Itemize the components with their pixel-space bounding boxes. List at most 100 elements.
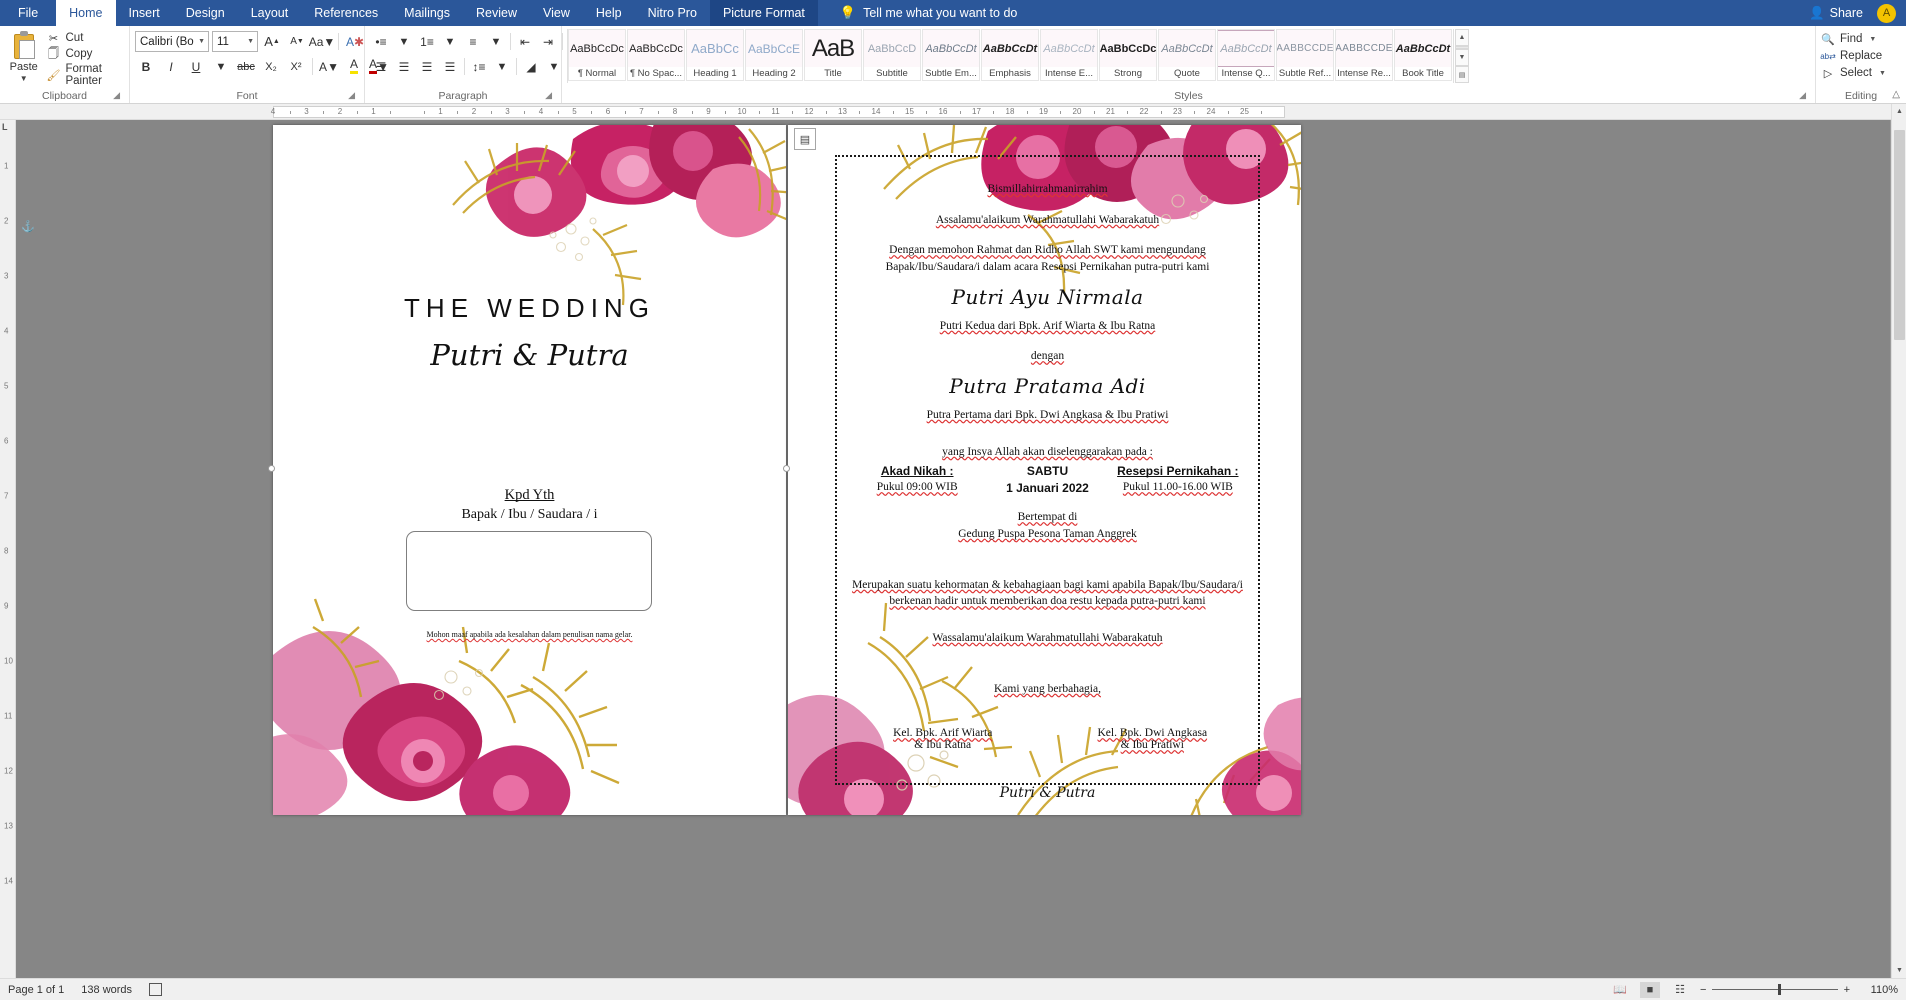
strikethrough-button[interactable]: abc (235, 56, 257, 77)
tab-review[interactable]: Review (463, 0, 530, 26)
styles-scroll-up-icon[interactable]: ▲ (1455, 29, 1469, 46)
zoom-slider-knob[interactable] (1777, 984, 1781, 995)
styles-more-icon[interactable]: ▤ (1455, 66, 1469, 83)
numbering-icon[interactable]: 1≡ (416, 31, 438, 52)
font-name-combo[interactable]: Calibri (Body ▼ (135, 31, 209, 52)
style-item-normal[interactable]: AaBbCcDc ¶ Normal (568, 29, 626, 81)
paste-button[interactable]: Paste ▼ (5, 29, 43, 83)
increase-indent-icon[interactable]: ⇥ (537, 31, 559, 52)
italic-button[interactable]: I (160, 56, 182, 77)
style-item-intense-q[interactable]: AaBbCcDt Intense Q... (1217, 29, 1275, 81)
copy-button[interactable]: 🗍 Copy (47, 47, 125, 61)
selection-handle-left[interactable] (268, 465, 275, 472)
zoom-in-button[interactable]: + (1844, 984, 1850, 996)
zoom-out-button[interactable]: − (1700, 984, 1706, 996)
style-item-no-spac[interactable]: AaBbCcDc ¶ No Spac... (627, 29, 685, 81)
font-dialog-launcher[interactable]: ◢ (348, 88, 355, 102)
account-avatar[interactable]: A (1877, 3, 1896, 23)
justify-icon[interactable]: ☰ (439, 56, 461, 77)
tab-home[interactable]: Home (56, 0, 116, 26)
bullets-icon[interactable]: •≡ (370, 31, 392, 52)
line-spacing-dropdown[interactable]: ▼ (491, 56, 513, 77)
tab-insert[interactable]: Insert (116, 0, 173, 26)
tab-view[interactable]: View (530, 0, 583, 26)
styles-gallery-scrollbar[interactable]: ▲ ▼ ▤ (1455, 29, 1469, 83)
zoom-percentage[interactable]: 110% (1860, 984, 1898, 996)
clear-formatting-button[interactable]: A ✱ (344, 31, 366, 52)
zoom-slider[interactable]: − + (1700, 984, 1850, 996)
collapse-ribbon-icon[interactable]: △ (1892, 89, 1900, 100)
style-item-subtle-em[interactable]: AaBbCcDt Subtle Em... (922, 29, 980, 81)
replace-button[interactable]: ab⇄ Replace (1820, 49, 1886, 63)
bold-button[interactable]: B (135, 56, 157, 77)
font-size-combo[interactable]: 11 ▼ (212, 31, 258, 52)
style-item-emphasis[interactable]: AaBbCcDt Emphasis (981, 29, 1039, 81)
subscript-button[interactable]: X₂ (260, 56, 282, 77)
page-count-label[interactable]: Page 1 of 1 (8, 984, 64, 996)
find-button[interactable]: 🔍 Find ▼ (1821, 32, 1886, 46)
tell-me-box[interactable]: 💡 Tell me what you want to do (818, 0, 1027, 26)
grow-font-button[interactable]: A ▲ (261, 31, 283, 52)
bullets-dropdown[interactable]: ▼ (393, 31, 415, 52)
proofing-errors-icon[interactable] (149, 983, 163, 996)
decrease-indent-icon[interactable]: ⇤ (514, 31, 536, 52)
multilevel-dropdown[interactable]: ▼ (485, 31, 507, 52)
style-item-title[interactable]: AaB Title (804, 29, 862, 81)
tab-file[interactable]: File (0, 0, 57, 26)
tab-stop-selector[interactable]: L (2, 122, 8, 132)
style-item-subtle-ref[interactable]: AABBCCDE Subtle Ref... (1276, 29, 1334, 81)
styles-dialog-launcher[interactable]: ◢ (1799, 88, 1806, 102)
tab-mailings[interactable]: Mailings (391, 0, 463, 26)
styles-gallery[interactable]: AaBbCcDc ¶ Normal AaBbCcDc ¶ No Spac... AaBb… (567, 29, 1454, 83)
shrink-font-button[interactable]: A ▼ (286, 31, 308, 52)
shading-icon[interactable]: ◢ (520, 56, 542, 77)
word-count-label[interactable]: 138 words (81, 984, 132, 996)
paragraph-dialog-launcher[interactable]: ◢ (545, 88, 552, 102)
underline-button[interactable]: U (185, 56, 207, 77)
style-item-book-title[interactable]: AaBbCcDt Book Title (1394, 29, 1452, 81)
style-item-heading-1[interactable]: AaBbCc Heading 1 (686, 29, 744, 81)
align-right-icon[interactable]: ☰ (416, 56, 438, 77)
numbering-dropdown[interactable]: ▼ (439, 31, 461, 52)
scroll-down-icon[interactable]: ▼ (1892, 963, 1906, 978)
scroll-up-icon[interactable]: ▲ (1892, 104, 1906, 119)
vertical-scroll-thumb[interactable] (1894, 130, 1905, 340)
tab-layout[interactable]: Layout (238, 0, 302, 26)
tab-design[interactable]: Design (173, 0, 238, 26)
horizontal-ruler[interactable]: 4 3 2 1 1 2 3 4 5 6 7 8 9 10 11 12 13 14 15 16 17 18 19 20 21 22 2… (0, 104, 1906, 120)
align-center-icon[interactable]: ☰ (393, 56, 415, 77)
multilevel-list-icon[interactable]: ≡ (462, 31, 484, 52)
layout-options-icon[interactable]: ▤ (794, 128, 816, 150)
tab-picture-format[interactable]: Picture Format (709, 0, 818, 26)
tab-references[interactable]: References (301, 0, 391, 26)
style-item-quote[interactable]: AaBbCcDt Quote (1158, 29, 1216, 81)
web-layout-icon[interactable]: ☷ (1670, 982, 1690, 998)
document-page-right[interactable]: Bismillahirrahmanirrahim Assalamu'alaiku… (788, 125, 1301, 815)
format-painter-button[interactable]: 🖌 Format Painter (47, 63, 125, 87)
print-layout-icon[interactable]: ■ (1640, 981, 1660, 998)
clipboard-dialog-launcher[interactable]: ◢ (113, 88, 120, 102)
underline-dropdown[interactable]: ▼ (210, 56, 232, 77)
tab-help[interactable]: Help (583, 0, 635, 26)
style-item-heading-2[interactable]: AaBbCcE Heading 2 (745, 29, 803, 81)
style-item-intense-re[interactable]: AABBCCDE Intense Re... (1335, 29, 1393, 81)
align-left-icon[interactable]: ☰ (370, 56, 392, 77)
text-effects-button[interactable]: A ▼ (318, 56, 340, 77)
tab-nitro-pro[interactable]: Nitro Pro (635, 0, 710, 26)
line-spacing-icon[interactable]: ↕≡ (468, 56, 490, 77)
name-placeholder-box[interactable] (406, 531, 652, 611)
highlight-color-button[interactable]: A (343, 56, 365, 77)
style-item-intense-e[interactable]: AaBbCcDt Intense E... (1040, 29, 1098, 81)
cut-button[interactable]: ✂ Cut (47, 31, 125, 45)
change-case-button[interactable]: Aa ▼ (309, 31, 336, 52)
share-button[interactable]: 👤 Share (1809, 6, 1863, 21)
select-button[interactable]: ▷ Select ▼ (1821, 66, 1886, 80)
style-item-strong[interactable]: AaBbCcDc Strong (1099, 29, 1157, 81)
selection-handle-middle[interactable] (783, 465, 790, 472)
superscript-button[interactable]: X² (285, 56, 307, 77)
document-page-left[interactable]: THE WEDDING Putri & Putra Kpd Yth Bapak … (273, 125, 786, 815)
styles-scroll-down-icon[interactable]: ▼ (1455, 49, 1469, 66)
read-mode-icon[interactable]: 📖 (1610, 982, 1630, 998)
vertical-ruler[interactable]: 1 2 3 4 5 6 7 8 9 10 11 12 13 14 (0, 120, 16, 978)
vertical-scrollbar[interactable]: ▲ ▼ (1891, 104, 1906, 978)
